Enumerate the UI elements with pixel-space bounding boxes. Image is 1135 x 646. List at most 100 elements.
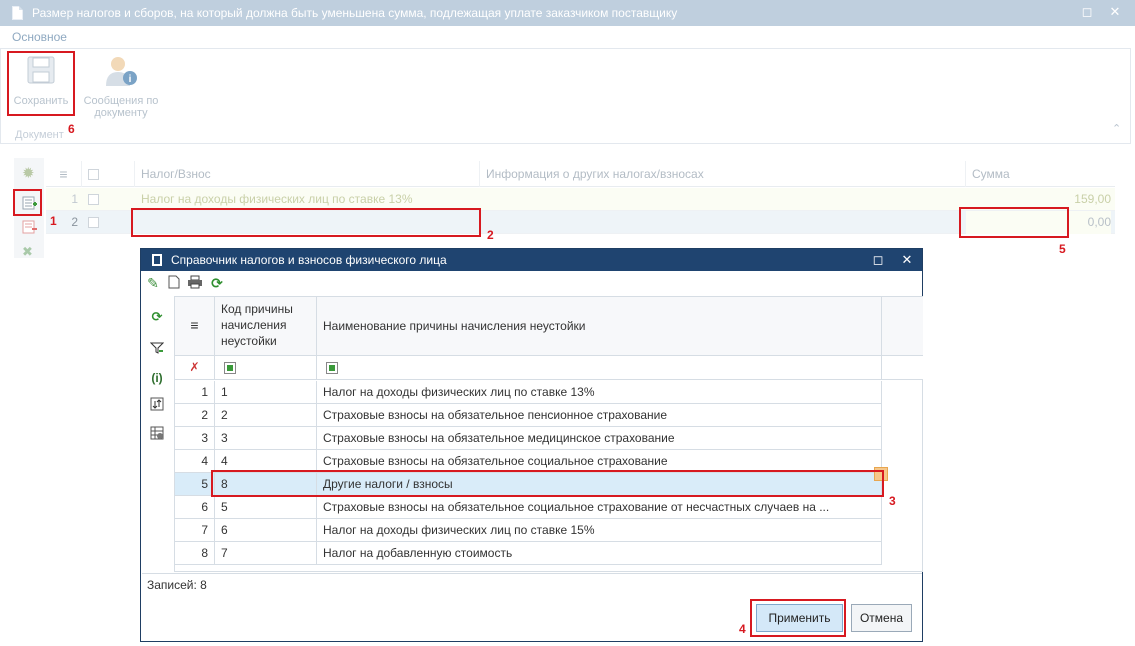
- ribbon-group-label: Документ: [15, 129, 64, 141]
- user-info-icon: i: [106, 57, 137, 86]
- col-tax[interactable]: Налог/Взнос: [135, 161, 480, 187]
- table-settings-icon[interactable]: [148, 426, 166, 444]
- info-icon[interactable]: (i): [148, 369, 166, 387]
- reference-dialog: Справочник налогов и взносов физического…: [140, 248, 923, 642]
- annotation-box-apply: [750, 599, 846, 637]
- row-index: 4: [175, 450, 215, 473]
- dialog-maximize-icon[interactable]: ◻: [870, 252, 886, 268]
- row-checkbox-cell[interactable]: [82, 188, 135, 211]
- annotation-box-save: [7, 51, 75, 116]
- row-name[interactable]: Налог на доходы физических лиц по ставке…: [317, 381, 882, 404]
- row-number: 1: [71, 192, 78, 206]
- cancel-button[interactable]: Отмена: [851, 604, 912, 632]
- row-checkbox[interactable]: [88, 194, 99, 206]
- collapse-ribbon-icon[interactable]: ⌃: [1112, 122, 1121, 135]
- svg-text:i: i: [129, 74, 132, 85]
- row-index: 5: [175, 473, 215, 496]
- annotation-box-selected-row: [211, 470, 884, 497]
- table-settings-svg: [150, 426, 164, 440]
- code-filter[interactable]: [215, 356, 317, 380]
- row-name[interactable]: Страховые взносы на обязательное медицин…: [317, 427, 882, 450]
- sort-svg: [150, 397, 164, 411]
- dialog-titlebar: Справочник налогов и взносов физического…: [141, 249, 922, 271]
- dialog-title: Справочник налогов и взносов физического…: [171, 253, 447, 267]
- row-code[interactable]: 5: [215, 496, 317, 519]
- list-item[interactable]: 7 6 Налог на доходы физических лиц по ст…: [175, 519, 882, 542]
- dialog-side-toolbar: ⟳ (i): [141, 295, 173, 572]
- print-svg: [188, 275, 202, 289]
- row-name[interactable]: Страховые взносы на обязательное пенсион…: [317, 404, 882, 427]
- filter-svg: [149, 342, 165, 354]
- row-name[interactable]: Налог на доходы физических лиц по ставке…: [317, 519, 882, 542]
- list-item[interactable]: 1 1 Налог на доходы физических лиц по ст…: [175, 381, 882, 404]
- annotation-2: 2: [487, 228, 494, 242]
- annotation-1: 1: [50, 214, 57, 228]
- delete-row-icon[interactable]: [22, 219, 38, 238]
- row-code[interactable]: 2: [215, 404, 317, 427]
- ribbon: [0, 48, 1131, 144]
- row-index: 3: [175, 427, 215, 450]
- annotation-box-tax-cell: [131, 208, 481, 237]
- row-index: 1: [175, 381, 215, 404]
- col-sum[interactable]: Сумма: [966, 161, 1115, 187]
- new-document-svg: [168, 275, 180, 289]
- refresh-icon[interactable]: ⟳: [209, 275, 225, 291]
- dialog-window-icon: [152, 254, 162, 266]
- name-filter[interactable]: [317, 356, 882, 380]
- maximize-icon[interactable]: ◻: [1079, 4, 1095, 20]
- side-refresh-icon[interactable]: ⟳: [148, 308, 166, 326]
- annotation-3: 3: [889, 494, 896, 508]
- row-code[interactable]: 7: [215, 542, 317, 565]
- row-name[interactable]: Страховые взносы на обязательное социаль…: [317, 496, 882, 519]
- tab-main[interactable]: Основное: [4, 26, 75, 48]
- dialog-toolbar: ✎ ⟳: [141, 271, 922, 295]
- filter-icon[interactable]: [148, 341, 166, 359]
- row-checkbox-cell[interactable]: [82, 211, 135, 234]
- messages-button-label: Сообщения по документу: [83, 95, 159, 119]
- list-item[interactable]: 3 3 Страховые взносы на обязательное мед…: [175, 427, 882, 450]
- dialog-grid-header-spacer: [882, 297, 923, 356]
- row-index: 7: [175, 519, 215, 542]
- messages-button[interactable]: i Сообщения по документу: [82, 54, 160, 119]
- select-all-checkbox[interactable]: [88, 169, 99, 181]
- annotation-4: 4: [739, 622, 746, 636]
- records-count: Записей: 8: [142, 573, 922, 595]
- close-icon[interactable]: ✕: [1107, 4, 1123, 20]
- dialog-grid-menu-icon[interactable]: ≡: [175, 297, 215, 356]
- dialog-close-icon[interactable]: ✕: [899, 252, 915, 268]
- dialog-filter-spacer: [882, 356, 923, 380]
- annotation-box-add-row: [13, 189, 42, 216]
- annotation-box-sum-cell: [959, 207, 1069, 238]
- clear-filter-icon[interactable]: ✗: [175, 356, 215, 380]
- grid-select-all[interactable]: [82, 161, 135, 187]
- col-code[interactable]: Код причины начисления неустойки: [215, 297, 317, 356]
- annotation-6: 6: [68, 122, 75, 136]
- dialog-grid: ≡ Код причины начисления неустойки Наиме…: [174, 296, 923, 572]
- list-item[interactable]: 6 5 Страховые взносы на обязательное соц…: [175, 496, 882, 519]
- row-checkbox[interactable]: [88, 217, 99, 229]
- col-info[interactable]: Информация о других налогах/взносах: [480, 161, 966, 187]
- list-item[interactable]: 8 7 Налог на добавленную стоимость: [175, 542, 882, 565]
- name-filter-checkbox[interactable]: [326, 362, 338, 374]
- new-document-icon[interactable]: [166, 275, 182, 291]
- print-icon[interactable]: [187, 275, 203, 291]
- window-title: Размер налогов и сборов, на который долж…: [32, 6, 678, 20]
- annotation-5: 5: [1059, 242, 1066, 256]
- row-name[interactable]: Налог на добавленную стоимость: [317, 542, 882, 565]
- sort-icon[interactable]: [148, 397, 166, 415]
- row-code[interactable]: 3: [215, 427, 317, 450]
- row-code[interactable]: 6: [215, 519, 317, 542]
- delete-row-svg: [22, 220, 37, 234]
- col-name[interactable]: Наименование причины начисления неустойк…: [317, 297, 882, 356]
- grid-menu-icon[interactable]: ≡: [46, 161, 82, 187]
- list-item[interactable]: 2 2 Страховые взносы на обязательное пен…: [175, 404, 882, 427]
- row-index: 8: [175, 542, 215, 565]
- row-code[interactable]: 1: [215, 381, 317, 404]
- edit-icon[interactable]: ✎: [145, 275, 161, 291]
- gear-icon[interactable]: ✹: [22, 166, 38, 182]
- code-filter-checkbox[interactable]: [224, 362, 236, 374]
- row-index: 2: [175, 404, 215, 427]
- row-index: 6: [175, 496, 215, 519]
- ribbon-tabstrip: [0, 26, 1135, 48]
- excel-icon[interactable]: ✖: [22, 244, 33, 260]
